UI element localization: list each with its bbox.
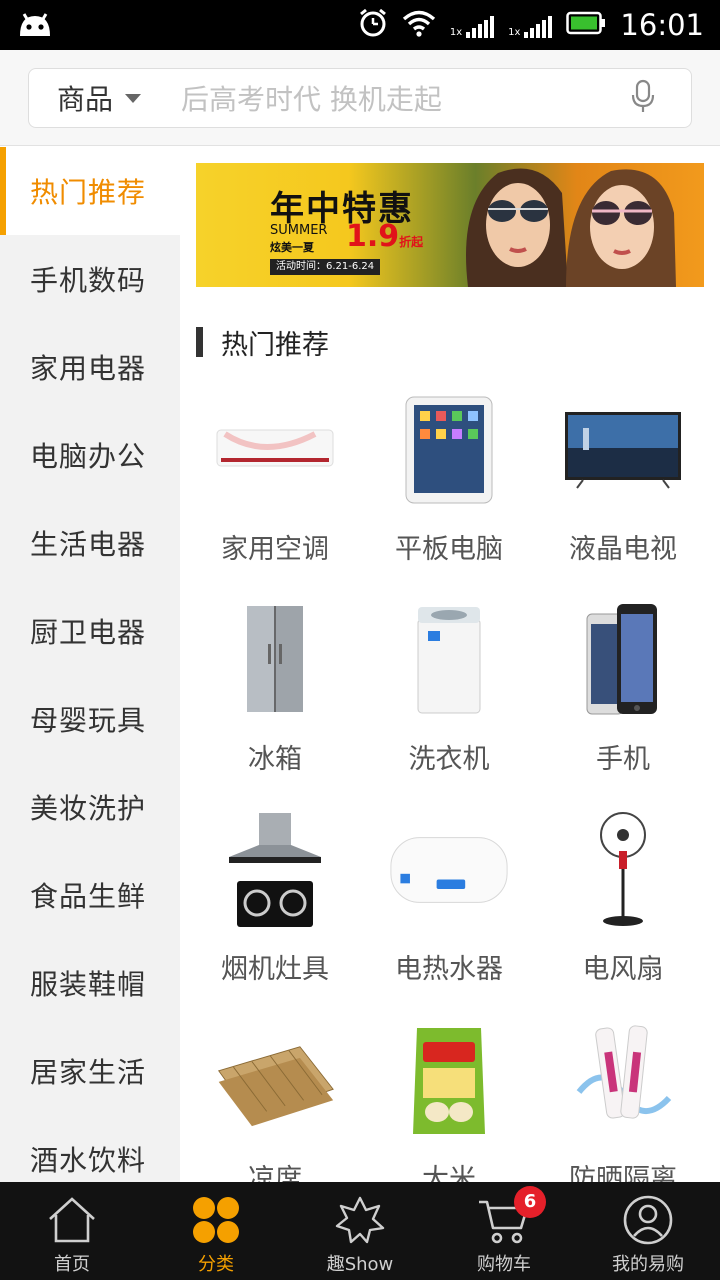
grid-item-label: 电风扇	[582, 954, 664, 985]
nav-show[interactable]: 趣Show	[288, 1182, 432, 1280]
banner-discount-unit: 折起	[399, 235, 424, 249]
android-icon	[16, 10, 54, 42]
fridge-icon	[215, 597, 335, 722]
section-marker	[196, 327, 203, 357]
sidebar-item-home[interactable]: 居家生活	[0, 1027, 180, 1115]
nav-label: 购物车	[477, 1254, 531, 1275]
signal-icon-2: 1x	[508, 12, 553, 38]
chevron-down-icon	[125, 93, 142, 103]
sidebar-item-appliances[interactable]: 家用电器	[0, 323, 180, 411]
fan-icon	[563, 807, 683, 932]
status-bar: 1x 1x 16:01	[0, 0, 720, 50]
tablet-icon	[389, 387, 509, 512]
grid-item-rice[interactable]: 大米	[362, 1017, 536, 1182]
sidebar-item-kitchen[interactable]: 厨卫电器	[0, 587, 180, 675]
grid-item-label: 洗衣机	[408, 744, 490, 775]
banner-date: 活动时间：6.21-6.24	[270, 259, 381, 275]
grid-item-label: 大米	[422, 1164, 476, 1182]
mat-icon	[215, 1017, 335, 1142]
microphone-icon[interactable]	[631, 79, 655, 117]
section-header: 热门推荐	[196, 325, 329, 361]
air-conditioner-icon	[215, 387, 335, 512]
section-title: 热门推荐	[221, 329, 329, 361]
sidebar-item-drinks[interactable]: 酒水饮料	[0, 1115, 180, 1182]
grid-item-label: 液晶电视	[569, 534, 677, 565]
search-area: 商品 后高考时代 换机走起	[0, 50, 720, 146]
grid-item-label: 冰箱	[248, 744, 302, 775]
tv-icon	[563, 387, 683, 512]
nav-label: 首页	[54, 1254, 90, 1275]
grid-item-air-conditioner[interactable]: 家用空调	[188, 387, 362, 597]
nav-home[interactable]: 首页	[0, 1182, 144, 1280]
grid-item-water-heater[interactable]: 电热水器	[362, 807, 536, 1017]
grid-item-label: 防晒隔离	[569, 1164, 677, 1182]
search-input[interactable]: 后高考时代 换机走起	[181, 78, 631, 118]
category-sidebar: 热门推荐 手机数码 家用电器 电脑办公 生活电器 厨卫电器 母婴玩具 美妆洗护 …	[0, 147, 180, 1182]
sidebar-item-baby[interactable]: 母婴玩具	[0, 675, 180, 763]
search-scope-dropdown[interactable]: 商品	[57, 78, 142, 118]
model-face-image-2	[566, 169, 676, 287]
category-content: 年中特惠 SUMMER 炫美一夏 1.9折起 活动时间：6.21-6.24 热门…	[180, 147, 720, 1182]
sidebar-item-hot[interactable]: 热门推荐	[0, 147, 180, 235]
banner-subtitle-cn: 炫美一夏	[270, 241, 314, 254]
sidebar-item-food[interactable]: 食品生鲜	[0, 851, 180, 939]
washing-machine-icon	[389, 597, 509, 722]
grid-item-label: 电热水器	[395, 954, 503, 985]
promo-banner[interactable]: 年中特惠 SUMMER 炫美一夏 1.9折起 活动时间：6.21-6.24	[196, 163, 704, 287]
sidebar-item-beauty[interactable]: 美妆洗护	[0, 763, 180, 851]
banner-subtitle-en: SUMMER	[270, 223, 328, 238]
cart-badge: 6	[514, 1186, 546, 1218]
clock: 16:01	[620, 8, 704, 42]
nav-profile[interactable]: 我的易购	[576, 1182, 720, 1280]
search-scope-label: 商品	[57, 83, 114, 116]
grid-item-fan[interactable]: 电风扇	[536, 807, 710, 1017]
water-heater-icon	[389, 807, 509, 932]
rice-icon	[389, 1017, 509, 1142]
signal-icon: 1x	[450, 12, 495, 38]
category-icon	[191, 1192, 241, 1248]
grid-item-mat[interactable]: 凉席	[188, 1017, 362, 1182]
grid-item-label: 家用空调	[221, 534, 329, 565]
grid-item-tv[interactable]: 液晶电视	[536, 387, 710, 597]
show-icon	[333, 1192, 387, 1248]
sunscreen-icon	[563, 1017, 683, 1142]
search-box[interactable]: 商品 后高考时代 换机走起	[28, 68, 692, 128]
grid-item-label: 烟机灶具	[221, 954, 329, 985]
nav-label: 趣Show	[326, 1254, 394, 1275]
sidebar-item-clothing[interactable]: 服装鞋帽	[0, 939, 180, 1027]
banner-discount-value: 1.9	[346, 219, 400, 254]
banner-discount: 1.9折起	[346, 219, 423, 254]
grid-item-range-hood[interactable]: 烟机灶具	[188, 807, 362, 1017]
grid-item-label: 凉席	[248, 1164, 302, 1182]
battery-icon	[566, 11, 606, 39]
profile-icon	[622, 1192, 674, 1248]
phone-icon	[563, 597, 683, 722]
range-hood-icon	[215, 807, 335, 932]
nav-category[interactable]: 分类	[144, 1182, 288, 1280]
sidebar-item-computers[interactable]: 电脑办公	[0, 411, 180, 499]
grid-item-phone[interactable]: 手机	[536, 597, 710, 807]
sidebar-item-life-appliances[interactable]: 生活电器	[0, 499, 180, 587]
grid-item-label: 手机	[596, 744, 650, 775]
grid-item-washer[interactable]: 洗衣机	[362, 597, 536, 807]
grid-item-tablet[interactable]: 平板电脑	[362, 387, 536, 597]
sidebar-item-phones[interactable]: 手机数码	[0, 235, 180, 323]
home-icon	[46, 1192, 98, 1248]
nav-cart[interactable]: 6 购物车	[432, 1182, 576, 1280]
bottom-navigation: 首页 分类 趣Show 6 购物车 我的易购	[0, 1182, 720, 1280]
grid-item-label: 平板电脑	[395, 534, 503, 565]
nav-label: 我的易购	[612, 1254, 684, 1275]
grid-item-fridge[interactable]: 冰箱	[188, 597, 362, 807]
alarm-icon	[358, 8, 388, 42]
wifi-icon	[402, 9, 436, 41]
model-face-image	[466, 168, 568, 287]
nav-label: 分类	[198, 1254, 234, 1275]
grid-item-sunscreen[interactable]: 防晒隔离	[536, 1017, 710, 1182]
